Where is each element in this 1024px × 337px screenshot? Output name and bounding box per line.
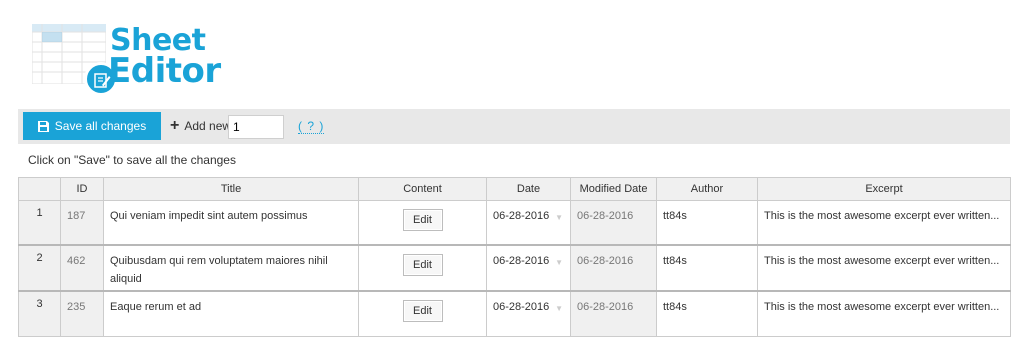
column-header-rownum [18, 177, 61, 201]
edit-content-button[interactable]: Edit [402, 299, 443, 322]
title-cell[interactable]: Quibusdam qui rem voluptatem maiores nih… [103, 243, 359, 291]
posts-spreadsheet: ID Title Content Date Modified Date Auth… [18, 177, 1011, 337]
excerpt-cell[interactable]: This is the most awesome excerpt ever wr… [757, 243, 1011, 291]
date-value: 06-28-2016 [493, 254, 550, 267]
modified-date-cell: 06-28-2016 [570, 289, 657, 337]
date-cell[interactable]: 06-28-2016 ▼ [486, 200, 571, 245]
date-value: 06-28-2016 [493, 210, 550, 222]
table-row: 1 187 Qui veniam impedit sint autem poss… [18, 200, 1011, 245]
content-cell: Edit [358, 289, 487, 337]
modified-date-cell: 06-28-2016 [570, 200, 657, 245]
add-new-button[interactable]: + Add new [170, 114, 231, 138]
add-new-count-input[interactable] [228, 115, 284, 139]
column-header-author[interactable]: Author [656, 177, 758, 201]
sheet-editor-logo: Sheet Editor [30, 22, 230, 102]
table-row: 3 235 Eaque rerum et ad Edit 06-28-2016 ▼… [18, 289, 1011, 337]
excerpt-cell[interactable]: This is the most awesome excerpt ever wr… [757, 289, 1011, 337]
column-header-modified-date[interactable]: Modified Date [570, 177, 657, 201]
save-all-changes-label: Save all changes [54, 119, 147, 133]
edit-content-button[interactable]: Edit [402, 209, 443, 231]
content-cell: Edit [358, 243, 487, 291]
floppy-disk-icon [37, 120, 49, 132]
save-hint-text: Click on "Save" to save all the changes [28, 153, 236, 167]
excerpt-cell[interactable]: This is the most awesome excerpt ever wr… [757, 200, 1011, 245]
date-cell[interactable]: 06-28-2016 ▼ [486, 289, 571, 337]
row-number[interactable]: 2 [18, 243, 61, 291]
column-header-title[interactable]: Title [103, 177, 359, 201]
date-cell[interactable]: 06-28-2016 ▼ [486, 243, 571, 291]
table-row: 2 462 Quibusdam qui rem voluptatem maior… [18, 243, 1011, 291]
header-row: ID Title Content Date Modified Date Auth… [18, 177, 1011, 201]
column-header-id[interactable]: ID [60, 177, 104, 201]
dropdown-arrow-icon[interactable]: ▼ [555, 300, 563, 318]
dropdown-arrow-icon[interactable]: ▼ [555, 209, 563, 227]
help-link[interactable]: ( ? ) [298, 119, 325, 134]
modified-date-cell: 06-28-2016 [570, 243, 657, 291]
title-cell[interactable]: Eaque rerum et ad [103, 289, 359, 337]
date-value: 06-28-2016 [493, 300, 550, 313]
row-number[interactable]: 1 [18, 200, 61, 245]
title-cell[interactable]: Qui veniam impedit sint autem possimus [103, 200, 359, 245]
id-cell: 235 [60, 289, 104, 337]
column-header-excerpt[interactable]: Excerpt [757, 177, 1011, 201]
logo-line2: Editor [108, 51, 221, 91]
content-cell: Edit [358, 200, 487, 245]
author-cell[interactable]: tt84s [656, 289, 758, 337]
id-cell: 462 [60, 243, 104, 291]
save-all-changes-button[interactable]: Save all changes [23, 112, 161, 140]
row-number[interactable]: 3 [18, 289, 61, 337]
edit-content-button[interactable]: Edit [402, 253, 443, 276]
author-cell[interactable]: tt84s [656, 200, 758, 245]
id-cell: 187 [60, 200, 104, 245]
toolbar: Save all changes + Add new ( ? ) [18, 109, 1010, 144]
dropdown-arrow-icon[interactable]: ▼ [555, 254, 563, 272]
author-cell[interactable]: tt84s [656, 243, 758, 291]
column-header-content[interactable]: Content [358, 177, 487, 201]
add-new-label: Add new [184, 119, 232, 133]
plus-icon: + [170, 117, 180, 134]
column-header-date[interactable]: Date [486, 177, 571, 201]
logo-wordmark: Sheet Editor [108, 26, 221, 91]
